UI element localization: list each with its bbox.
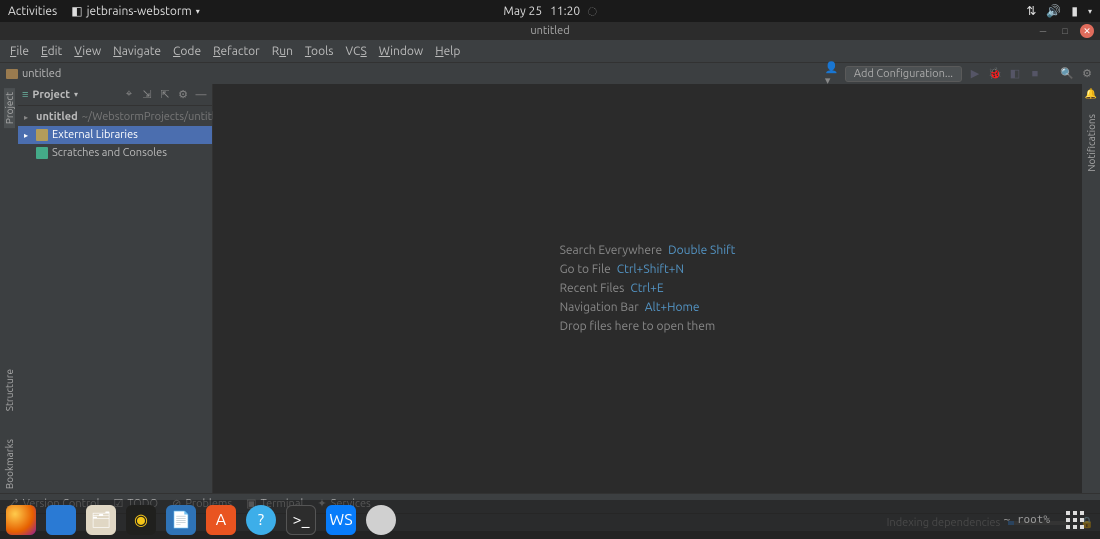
menu-window[interactable]: Window bbox=[373, 45, 429, 58]
hide-panel-icon[interactable]: — bbox=[194, 88, 208, 102]
minimize-button[interactable]: － bbox=[1036, 24, 1050, 38]
app-menu-label: jetbrains-webstorm bbox=[87, 5, 192, 18]
notification-dnd-icon[interactable]: ◌ bbox=[588, 6, 596, 17]
battery-icon[interactable]: ▮ bbox=[1071, 4, 1078, 18]
dock-thunderbird[interactable] bbox=[46, 505, 76, 535]
gnome-top-bar: Activities ◧ jetbrains-webstorm ▾ May 25… bbox=[0, 0, 1100, 22]
project-tree: ▸ untitled ~/WebstormProjects/untitled ▸… bbox=[18, 106, 212, 162]
tree-item-label: Scratches and Consoles bbox=[52, 147, 167, 159]
panel-settings-icon[interactable]: ⚙ bbox=[176, 88, 190, 102]
folder-icon bbox=[6, 69, 18, 79]
hint-drop-label: Drop files here to open them bbox=[560, 320, 716, 333]
dock-files[interactable]: 🗂 bbox=[86, 505, 116, 535]
collapse-all-icon[interactable]: ⇱ bbox=[158, 88, 172, 102]
menu-code[interactable]: Code bbox=[167, 45, 207, 58]
menu-edit[interactable]: Edit bbox=[35, 45, 68, 58]
network-icon[interactable]: ⇅ bbox=[1026, 4, 1036, 18]
search-icon[interactable]: 🔍 bbox=[1060, 67, 1074, 81]
expand-arrow-icon[interactable]: ▸ bbox=[24, 131, 32, 140]
run-icon[interactable]: ▶ bbox=[968, 67, 982, 81]
dock-rhythmbox[interactable]: ◉ bbox=[126, 505, 156, 535]
date-label[interactable]: May 25 bbox=[503, 5, 542, 18]
chevron-down-icon: ▾ bbox=[196, 7, 200, 16]
project-panel-title[interactable]: Project bbox=[32, 89, 70, 101]
menu-vcs[interactable]: VCS bbox=[339, 45, 372, 58]
hint-recent-shortcut: Ctrl+E bbox=[630, 282, 663, 295]
expand-all-icon[interactable]: ⇲ bbox=[140, 88, 154, 102]
scratch-icon bbox=[36, 147, 48, 159]
close-button[interactable]: ✕ bbox=[1080, 24, 1094, 38]
debug-icon[interactable]: 🐞 bbox=[988, 67, 1002, 81]
menu-run[interactable]: Run bbox=[266, 45, 299, 58]
coverage-icon[interactable]: ◧ bbox=[1008, 67, 1022, 81]
time-label[interactable]: 11:20 bbox=[550, 5, 580, 18]
menu-view[interactable]: View bbox=[68, 45, 107, 58]
settings-icon[interactable]: ⚙ bbox=[1080, 67, 1094, 81]
hint-search-label: Search Everywhere bbox=[560, 244, 663, 257]
activities-button[interactable]: Activities bbox=[8, 5, 57, 18]
bell-icon[interactable]: 🔔 bbox=[1085, 88, 1097, 100]
volume-icon[interactable]: 🔊 bbox=[1046, 4, 1061, 18]
chevron-down-icon[interactable]: ▾ bbox=[74, 90, 78, 99]
tree-root-path: ~/WebstormProjects/untitled bbox=[82, 111, 228, 123]
menu-tools[interactable]: Tools bbox=[299, 45, 340, 58]
library-icon bbox=[36, 129, 48, 141]
tree-root-name: untitled bbox=[36, 111, 78, 123]
gnome-dock: 🗂 ◉ 📄 A ? >_ WS ~ root% bbox=[0, 500, 1100, 539]
webstorm-icon: ◧ bbox=[71, 4, 82, 18]
menu-refactor[interactable]: Refactor bbox=[207, 45, 266, 58]
menu-bar: File Edit View Navigate Code Refactor Ru… bbox=[0, 40, 1100, 62]
tree-item-label: External Libraries bbox=[52, 129, 138, 141]
dock-firefox[interactable] bbox=[6, 505, 36, 535]
hint-navbar-shortcut: Alt+Home bbox=[645, 301, 700, 314]
window-title-bar: untitled － □ ✕ bbox=[0, 22, 1100, 40]
chevron-down-icon[interactable]: ▾ bbox=[1088, 7, 1092, 16]
editor-placeholder[interactable]: Search Everywhere Double Shift Go to File… bbox=[213, 84, 1082, 493]
tree-scratches[interactable]: Scratches and Consoles bbox=[18, 144, 212, 162]
tab-structure[interactable]: Structure bbox=[4, 365, 15, 415]
root-indicator: ~ root% bbox=[1004, 513, 1050, 526]
dock-webstorm[interactable]: WS bbox=[326, 505, 356, 535]
tab-bookmarks[interactable]: Bookmarks bbox=[4, 435, 15, 493]
expand-arrow-icon[interactable]: ▸ bbox=[24, 113, 28, 122]
add-configuration-button[interactable]: Add Configuration... bbox=[845, 66, 962, 82]
window-title: untitled bbox=[530, 25, 569, 37]
hint-gotofile-label: Go to File bbox=[560, 263, 611, 276]
tab-project[interactable]: Project bbox=[4, 88, 15, 128]
user-icon[interactable]: 👤▾ bbox=[825, 67, 839, 81]
tab-notifications[interactable]: Notifications bbox=[1086, 110, 1097, 176]
show-applications-button[interactable] bbox=[1066, 511, 1084, 529]
dock-help[interactable]: ? bbox=[246, 505, 276, 535]
stop-icon[interactable]: ■ bbox=[1028, 67, 1042, 81]
menu-file[interactable]: File bbox=[4, 45, 35, 58]
project-view-icon: ≡ bbox=[22, 89, 28, 101]
hint-search-shortcut: Double Shift bbox=[668, 244, 735, 257]
navigation-bar: untitled 👤▾ Add Configuration... ▶ 🐞 ◧ ■… bbox=[0, 62, 1100, 84]
tree-external-libraries[interactable]: ▸ External Libraries bbox=[18, 126, 212, 144]
tree-root[interactable]: ▸ untitled ~/WebstormProjects/untitled bbox=[18, 108, 212, 126]
hint-gotofile-shortcut: Ctrl+Shift+N bbox=[617, 263, 684, 276]
menu-help[interactable]: Help bbox=[429, 45, 466, 58]
left-tool-stripe: Project Structure Bookmarks bbox=[0, 84, 18, 493]
right-tool-stripe: 🔔 Notifications bbox=[1082, 84, 1100, 493]
project-panel-header: ≡ Project ▾ ⌖ ⇲ ⇱ ⚙ — bbox=[18, 84, 212, 106]
maximize-button[interactable]: □ bbox=[1058, 24, 1072, 38]
select-opened-file-icon[interactable]: ⌖ bbox=[122, 88, 136, 102]
project-tool-window: ≡ Project ▾ ⌖ ⇲ ⇱ ⚙ — ▸ untitled ~/Webst… bbox=[18, 84, 213, 493]
dock-software[interactable]: A bbox=[206, 505, 236, 535]
hint-recent-label: Recent Files bbox=[560, 282, 625, 295]
menu-navigate[interactable]: Navigate bbox=[107, 45, 167, 58]
breadcrumb-project[interactable]: untitled bbox=[22, 68, 61, 80]
dock-disc[interactable] bbox=[366, 505, 396, 535]
app-menu[interactable]: ◧ jetbrains-webstorm ▾ bbox=[71, 4, 200, 18]
dock-terminal[interactable]: >_ bbox=[286, 505, 316, 535]
hint-navbar-label: Navigation Bar bbox=[560, 301, 639, 314]
dock-writer[interactable]: 📄 bbox=[166, 505, 196, 535]
main-area: Project Structure Bookmarks ≡ Project ▾ … bbox=[0, 84, 1100, 493]
